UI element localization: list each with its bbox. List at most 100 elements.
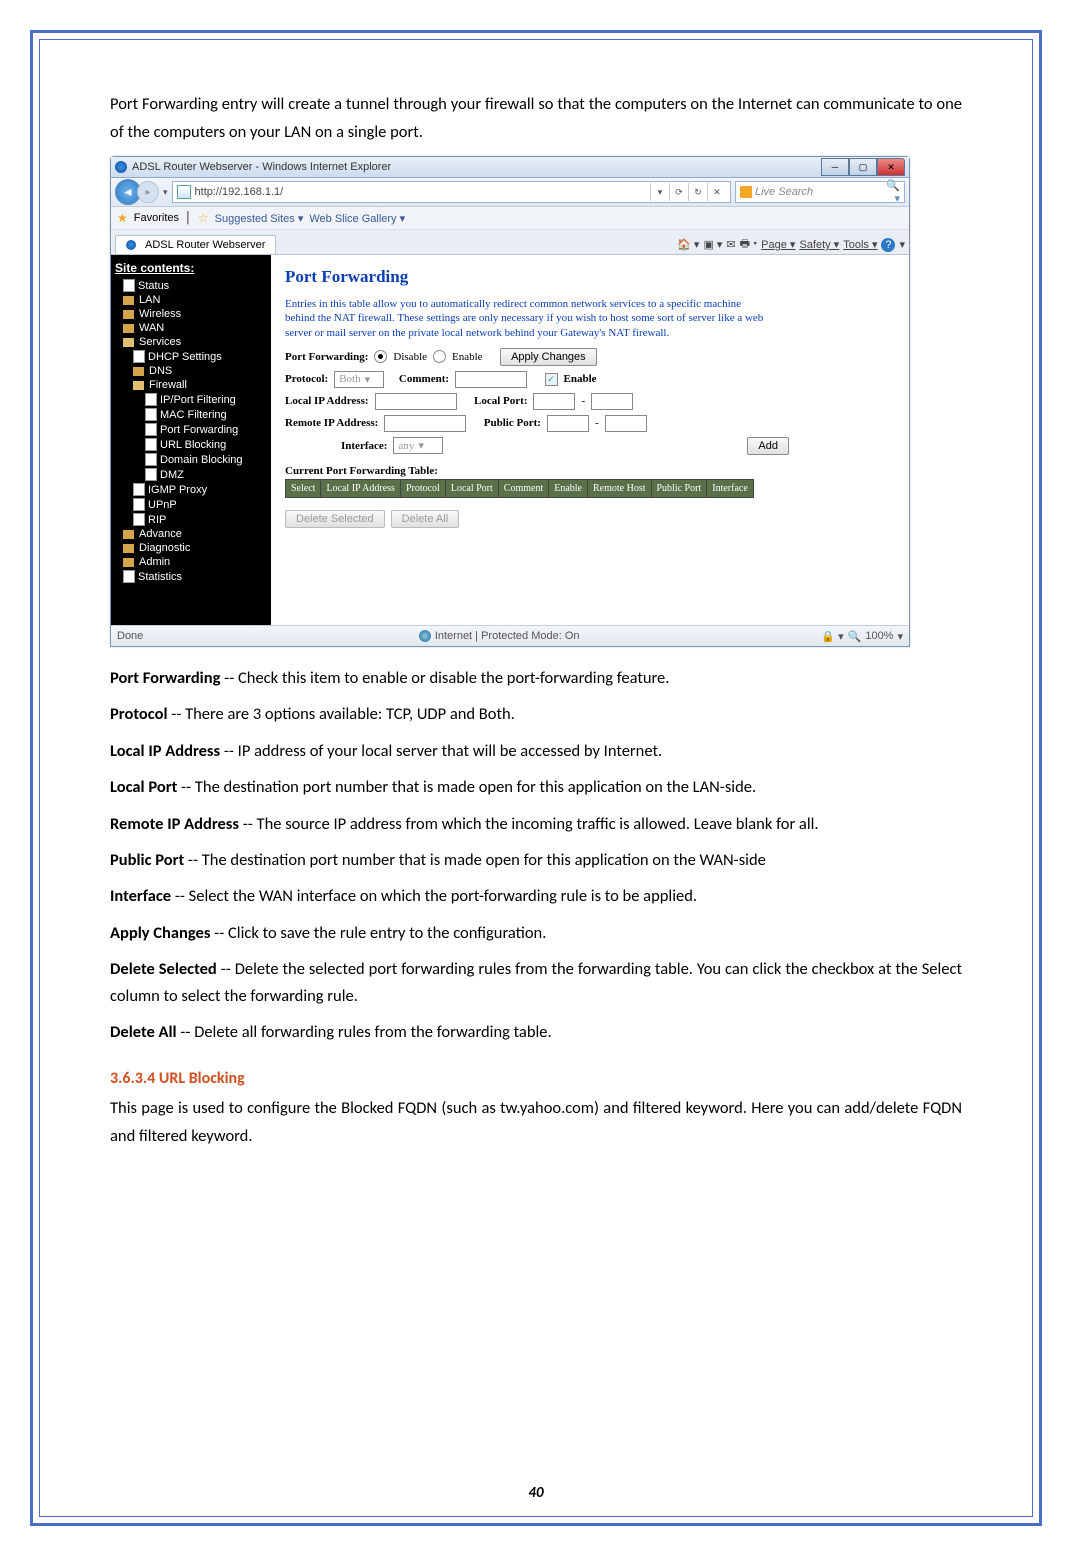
pf-label: Port Forwarding: — [285, 351, 368, 363]
page-menu[interactable]: Page ▾ — [761, 238, 795, 251]
content-area: Site contents: Status LAN Wireless WAN S… — [111, 255, 909, 625]
sidebar-item-upnp[interactable]: UPnP — [148, 499, 177, 511]
interface-select[interactable]: any ▾ — [393, 437, 443, 454]
delete-selected-button[interactable]: Delete Selected — [285, 510, 385, 528]
doc-icon — [123, 279, 135, 292]
def-term: Interface — [110, 886, 171, 906]
def-term: Delete Selected — [110, 959, 217, 979]
comment-label: Comment: — [399, 373, 449, 385]
sidebar-item-status[interactable]: Status — [138, 280, 169, 292]
sidebar-item-advance[interactable]: Advance — [139, 528, 182, 540]
sidebar-item-diagnostic[interactable]: Diagnostic — [139, 542, 190, 554]
help-icon[interactable]: ? — [881, 238, 895, 252]
protocol-label: Protocol: — [285, 373, 328, 385]
disable-label: Disable — [393, 351, 427, 363]
tools-menu[interactable]: Tools ▾ — [843, 238, 877, 251]
remote-ip-input[interactable] — [384, 415, 466, 432]
local-port-input2[interactable] — [591, 393, 633, 410]
sidebar-item-firewall[interactable]: Firewall — [149, 379, 187, 391]
stop-button[interactable]: ✕ — [707, 183, 726, 201]
delete-all-button[interactable]: Delete All — [391, 510, 459, 528]
web-slice-link[interactable]: Web Slice Gallery ▾ — [309, 212, 405, 225]
zoom-dropdown[interactable]: ▾ — [897, 630, 903, 643]
compat-icon[interactable]: ⟳ — [669, 183, 688, 201]
th-interface: Interface — [707, 479, 754, 497]
sidebar-item-admin[interactable]: Admin — [139, 556, 170, 568]
sidebar-item-portfwd[interactable]: Port Forwarding — [160, 424, 238, 436]
close-button[interactable]: ✕ — [877, 158, 905, 176]
def-term: Local IP Address — [110, 741, 220, 761]
read-mail-icon[interactable]: ✉ — [726, 238, 735, 251]
local-port-label: Local Port: — [474, 395, 527, 407]
enable-checkbox[interactable]: ✓ — [545, 373, 558, 386]
sidebar-item-services[interactable]: Services — [139, 336, 181, 348]
tab-label: ADSL Router Webserver — [145, 239, 265, 251]
def-desc: -- Click to save the rule entry to the c… — [210, 923, 546, 943]
apply-changes-button[interactable]: Apply Changes — [500, 348, 597, 366]
safety-menu[interactable]: Safety ▾ — [799, 238, 839, 251]
sidebar-title: Site contents: — [115, 261, 267, 275]
command-bar: 🏠 ▾ ▣ ▾ ✉ 🖶 ▾ Page ▾ Safety ▾ Tools ▾ ?▾ — [677, 235, 905, 254]
sidebar-item-statistics[interactable]: Statistics — [138, 571, 182, 583]
site-tree: Site contents: Status LAN Wireless WAN S… — [111, 255, 271, 625]
sidebar-item-dhcp[interactable]: DHCP Settings — [148, 351, 222, 363]
print-icon[interactable]: 🖶 ▾ — [740, 235, 758, 254]
sidebar-item-dmz[interactable]: DMZ — [160, 469, 184, 481]
feeds-icon[interactable]: ▣ ▾ — [703, 238, 722, 251]
def-desc: -- The source IP address from which the … — [239, 814, 819, 834]
comment-input[interactable] — [455, 371, 527, 388]
sidebar-item-wireless[interactable]: Wireless — [139, 308, 181, 320]
minimize-button[interactable]: ─ — [821, 158, 849, 176]
main-panel: Port Forwarding Entries in this table al… — [271, 255, 909, 625]
sidebar-item-domainblock[interactable]: Domain Blocking — [160, 454, 243, 466]
def-term: Protocol — [110, 704, 168, 724]
sidebar-item-igmp[interactable]: IGMP Proxy — [148, 484, 207, 496]
url-text: http://192.168.1.1/ — [195, 186, 650, 198]
public-port-input2[interactable] — [605, 415, 647, 432]
forward-button[interactable]: ▸ — [137, 181, 159, 203]
folder-icon — [123, 530, 134, 539]
maximize-button[interactable]: ▢ — [849, 158, 877, 176]
sidebar-item-ipport[interactable]: IP/Port Filtering — [160, 394, 236, 406]
th-remotehost: Remote Host — [588, 479, 652, 497]
sidebar-item-dns[interactable]: DNS — [149, 365, 172, 377]
status-bar: Done Internet | Protected Mode: On 🔒 ▾ 🔍… — [111, 625, 909, 646]
def-term: Port Forwarding — [110, 668, 220, 688]
folder-icon — [123, 324, 134, 333]
zoom-slider-icon[interactable]: 🔍 — [848, 630, 862, 643]
search-box[interactable]: Live Search 🔍 ▾ — [735, 181, 905, 203]
sidebar-item-urlblock[interactable]: URL Blocking — [160, 439, 226, 451]
sidebar-item-wan[interactable]: WAN — [139, 322, 164, 334]
local-port-input1[interactable] — [533, 393, 575, 410]
suggested-sites-link[interactable]: Suggested Sites ▾ — [215, 212, 304, 225]
tab-active[interactable]: ADSL Router Webserver — [115, 235, 276, 254]
public-port-input1[interactable] — [547, 415, 589, 432]
add-fav-icon[interactable]: ☆ — [198, 211, 209, 225]
protocol-select[interactable]: Both ▾ — [334, 371, 384, 388]
sidebar-item-mac[interactable]: MAC Filtering — [160, 409, 227, 421]
zoom-icon[interactable]: 🔒 ▾ — [821, 630, 843, 643]
public-port-label: Public Port: — [484, 417, 541, 429]
sidebar-item-rip[interactable]: RIP — [148, 514, 166, 526]
globe-icon — [419, 630, 431, 642]
address-bar[interactable]: http://192.168.1.1/ ▾ ⟳ ↻ ✕ — [172, 181, 731, 203]
favorites-star-icon[interactable]: ★ — [117, 211, 128, 225]
tab-icon — [126, 240, 136, 250]
doc-icon — [133, 350, 145, 363]
sidebar-item-lan[interactable]: LAN — [139, 294, 160, 306]
addr-dropdown[interactable]: ▾ — [650, 183, 669, 201]
home-icon[interactable]: 🏠 ▾ — [677, 238, 699, 251]
refresh-button[interactable]: ↻ — [688, 183, 707, 201]
local-ip-input[interactable] — [375, 393, 457, 410]
folder-icon — [133, 367, 144, 376]
add-button[interactable]: Add — [747, 437, 789, 455]
search-button[interactable]: 🔍 ▾ — [880, 179, 900, 205]
zoom-value[interactable]: 100% — [865, 630, 893, 642]
th-localport: Local Port — [445, 479, 498, 497]
def-term: Public Port — [110, 850, 184, 870]
radio-enable[interactable] — [433, 350, 446, 363]
history-dropdown[interactable]: ▾ — [163, 187, 168, 198]
radio-disable[interactable] — [374, 350, 387, 363]
doc-icon — [145, 408, 157, 421]
th-protocol: Protocol — [400, 479, 445, 497]
